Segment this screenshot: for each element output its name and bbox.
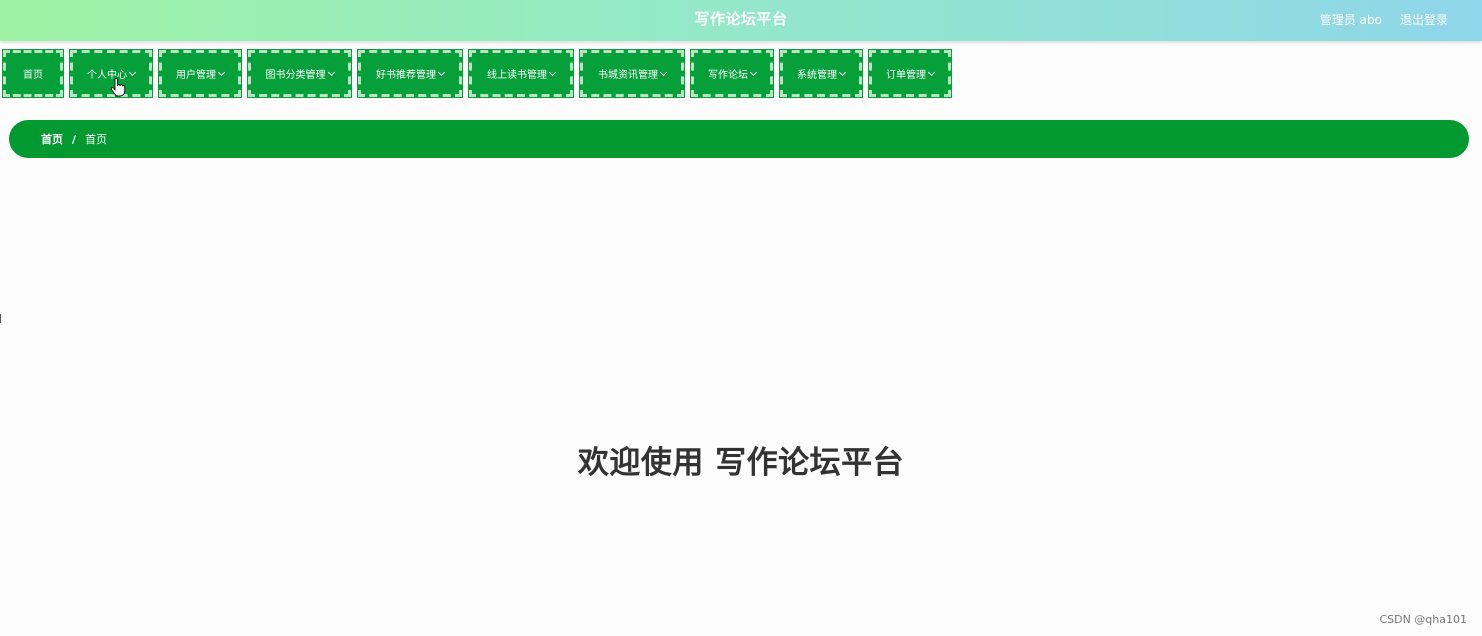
nav-item-label: 系统管理 [797,70,837,81]
nav-item-writing-forum[interactable]: 写作论坛 [690,49,774,98]
hand-cursor-icon [110,78,126,97]
chevron-down-icon [128,68,137,76]
nav-item-label: 线上读书管理 [487,70,547,81]
welcome-message: 欢迎使用 写作论坛平台 [577,445,905,481]
watermark: CSDN @qha101 [1379,613,1467,626]
nav-item-label: 首页 [23,70,43,81]
nav-item-label: 订单管理 [886,70,926,81]
nav-item-label: 用户管理 [176,70,216,81]
user-area: 管理员 abo 退出登录 [1320,0,1448,38]
breadcrumb-root-link[interactable]: 首页 [41,131,63,147]
nav-item-label: 书城资讯管理 [598,70,658,81]
chevron-down-icon [217,68,226,76]
nav-item-label: 好书推荐管理 [376,70,436,81]
chevron-down-icon [927,68,936,76]
main-nav: 首页 个人中心 用户管理 图书分类管理 好书推荐管理 线上读书管理 书城资讯管理… [2,49,952,98]
breadcrumb-current: 首页 [85,133,108,146]
chevron-down-icon [437,68,446,76]
nav-item-online-reading-management[interactable]: 线上读书管理 [468,49,574,98]
edge-marker [0,314,1,323]
admin-user-label: 管理员 abo [1319,12,1382,27]
breadcrumb: 首页 / 首页 [9,120,1469,158]
nav-item-label: 图书分类管理 [265,70,326,81]
chevron-down-icon [659,68,668,76]
logout-link[interactable]: 退出登录 [1400,11,1448,28]
nav-item-system-management[interactable]: 系统管理 [779,49,863,98]
chevron-down-icon [327,68,335,76]
nav-item-label: 写作论坛 [708,70,748,81]
breadcrumb-separator: / [72,132,77,146]
top-header: 写作论坛平台 管理员 abo 退出登录 [0,0,1482,41]
nav-item-order-management[interactable]: 订单管理 [868,49,952,98]
nav-item-user-management[interactable]: 用户管理 [158,49,242,98]
chevron-down-icon [749,68,758,76]
site-title: 写作论坛平台 [694,10,788,28]
chevron-down-icon [838,68,847,76]
nav-item-news-management[interactable]: 书城资讯管理 [579,49,685,98]
nav-item-home[interactable]: 首页 [2,49,64,98]
chevron-down-icon [548,68,557,76]
nav-item-recommendation-management[interactable]: 好书推荐管理 [357,49,463,98]
nav-item-book-category-management[interactable]: 图书分类管理 [247,49,352,98]
